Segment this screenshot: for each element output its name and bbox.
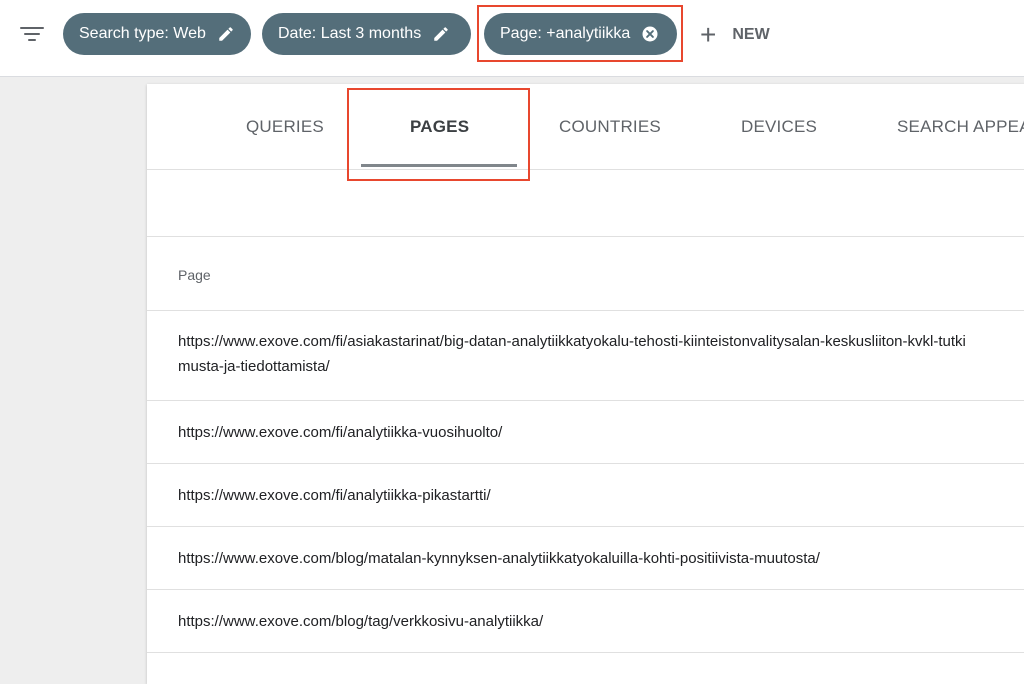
table-row[interactable]: https://www.exove.com/blog/tag/verkkosiv… — [147, 590, 1024, 653]
page-url: https://www.exove.com/blog/matalan-kynny… — [178, 550, 820, 567]
tab-countries[interactable]: COUNTRIES — [559, 84, 661, 169]
highlight-box-chip — [477, 5, 683, 62]
page-url: https://www.exove.com/fi/asiakastarinat/… — [178, 333, 966, 375]
filter-chip-search-type[interactable]: Search type: Web — [63, 13, 251, 55]
dimension-tabs: QUERIES PAGES COUNTRIES DEVICES SEARCH A… — [147, 84, 1024, 170]
table-row[interactable]: https://www.exove.com/fi/asiakastarinat/… — [147, 311, 1024, 401]
filter-icon[interactable] — [20, 24, 44, 44]
page-url: https://www.exove.com/fi/analytiikka-vuo… — [178, 424, 503, 441]
pencil-icon[interactable] — [431, 24, 451, 44]
highlight-box-tab — [347, 88, 530, 181]
filter-chip-date[interactable]: Date: Last 3 months — [262, 13, 471, 55]
chip-label: Date: Last 3 months — [278, 25, 422, 42]
table-row[interactable]: https://www.exove.com/fi/analytiikka-vuo… — [147, 401, 1024, 464]
page-url: https://www.exove.com/blog/tag/verkkosiv… — [178, 613, 544, 630]
column-header-page[interactable]: Page — [178, 267, 211, 283]
new-filter-button[interactable]: + NEW — [700, 20, 770, 50]
table-toolbar — [147, 170, 1024, 237]
tab-search-appearance[interactable]: SEARCH APPEA — [897, 84, 1024, 169]
table-row[interactable]: https://www.exove.com/fi/analytiikka-pik… — [147, 464, 1024, 527]
table-row[interactable]: https://www.exove.com/blog/matalan-kynny… — [147, 527, 1024, 590]
tab-devices[interactable]: DEVICES — [741, 84, 817, 169]
filter-bar: Search type: Web Date: Last 3 months Pag… — [0, 0, 1024, 77]
pencil-icon[interactable] — [216, 24, 236, 44]
table-header: Page — [147, 237, 1024, 311]
plus-icon: + — [700, 19, 717, 50]
chip-label: Search type: Web — [79, 25, 206, 42]
page-url: https://www.exove.com/fi/analytiikka-pik… — [178, 487, 491, 504]
report-card: QUERIES PAGES COUNTRIES DEVICES SEARCH A… — [147, 84, 1024, 684]
tab-queries[interactable]: QUERIES — [246, 84, 324, 169]
new-button-label: NEW — [732, 26, 770, 43]
